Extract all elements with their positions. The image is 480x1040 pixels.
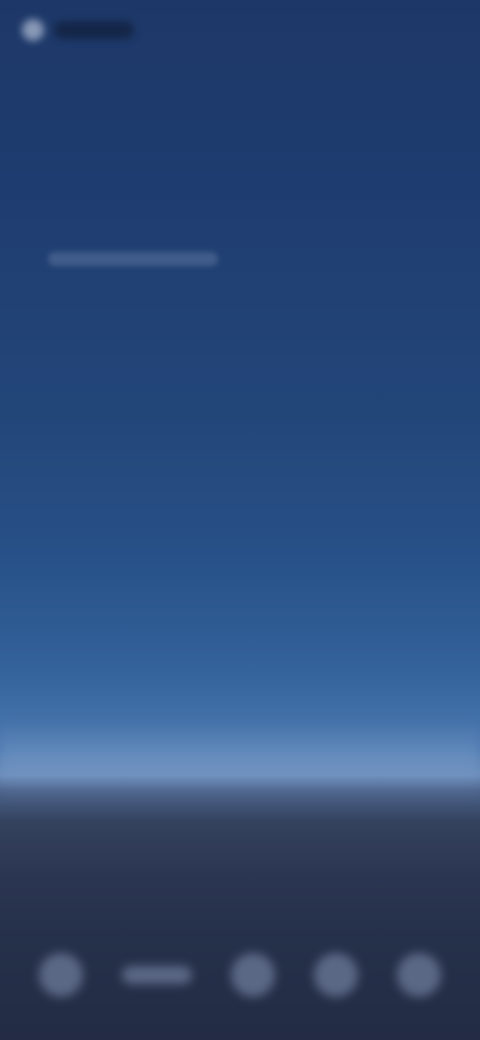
blurred-widget-text (48, 252, 218, 266)
dock-app-icon-4[interactable] (313, 953, 358, 997)
status-pill (54, 21, 134, 39)
status-bar (22, 10, 152, 50)
home-screen-wallpaper (0, 0, 480, 1040)
status-indicator-icon (22, 19, 44, 41)
dock-app-icon-5[interactable] (396, 953, 441, 997)
dock-app-icon-1[interactable] (39, 953, 84, 997)
dock-app-icon-2[interactable] (122, 966, 193, 984)
dock-app-icon-3[interactable] (230, 953, 275, 997)
dock (0, 920, 480, 1030)
horizon-haze (0, 720, 480, 800)
